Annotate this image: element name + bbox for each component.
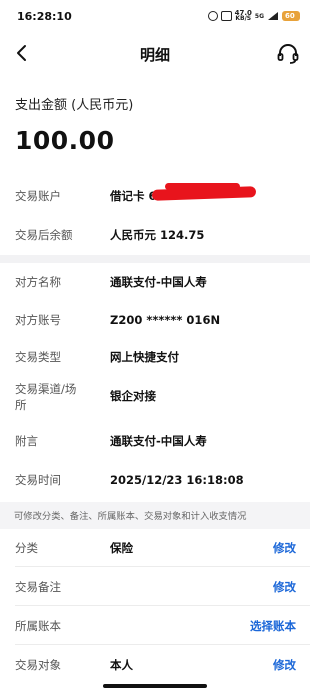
remark-label: 交易备注 — [15, 580, 61, 594]
section-divider — [0, 255, 310, 263]
counterparty-name-label: 对方名称 — [15, 275, 61, 289]
home-indicator[interactable] — [103, 684, 207, 688]
status-icons: 47.0 KB/S 5G 60 — [207, 9, 300, 23]
nav-bar: 明细 — [0, 34, 310, 74]
edit-hint-text: 可修改分类、备注、所属账本、交易对象和计入收支情况 — [14, 511, 247, 522]
notification-icon — [220, 11, 232, 21]
counterparty-object-value: 本人 — [110, 658, 133, 672]
transaction-type-value: 网上快捷支付 — [110, 350, 179, 364]
transaction-time-value: 2025/12/23 16:18:08 — [110, 473, 244, 487]
ledger-label: 所属账本 — [15, 619, 61, 633]
transaction-type-label: 交易类型 — [15, 350, 61, 364]
battery-icon: 60 — [282, 11, 300, 21]
edit-category-button[interactable]: 修改 — [273, 540, 296, 556]
amount-label: 支出金额 (人民币元) — [15, 98, 134, 113]
counterparty-name-value: 通联支付-中国人寿 — [110, 275, 207, 289]
signal-icon — [268, 12, 278, 20]
network-type: 5G — [254, 12, 264, 20]
account-value: 借记卡 6 — [110, 189, 157, 203]
category-value: 保险 — [110, 541, 133, 555]
row-divider — [15, 644, 310, 645]
category-label: 分类 — [15, 541, 38, 555]
headset-icon[interactable] — [276, 42, 300, 66]
balance-value: 人民币元 124.75 — [110, 228, 205, 242]
network-speed-unit: KB/S — [235, 15, 252, 22]
edit-counterparty-object-button[interactable]: 修改 — [273, 657, 296, 673]
edit-remark-button[interactable]: 修改 — [273, 579, 296, 595]
counterparty-account-value: Z200 ****** 016N — [110, 313, 221, 327]
counterparty-object-label: 交易对象 — [15, 658, 61, 672]
nfc-icon — [207, 11, 218, 21]
status-bar: 16:28:10 47.0 KB/S 5G 60 — [0, 0, 310, 34]
amount-value: 100.00 — [15, 126, 115, 155]
redaction-mark — [151, 186, 257, 201]
transaction-channel-value: 银企对接 — [110, 389, 156, 403]
memo-value: 通联支付-中国人寿 — [110, 434, 207, 448]
transaction-time-label: 交易时间 — [15, 473, 61, 487]
transaction-channel-label: 交易渠道/场所 — [15, 382, 77, 412]
account-label: 交易账户 — [15, 189, 61, 203]
select-ledger-button[interactable]: 选择账本 — [250, 618, 296, 634]
balance-label: 交易后余额 — [15, 228, 73, 242]
row-divider — [15, 605, 310, 606]
battery-level: 60 — [285, 12, 295, 20]
memo-label: 附言 — [15, 434, 38, 448]
counterparty-account-label: 对方账号 — [15, 313, 61, 327]
status-time: 16:28:10 — [17, 10, 72, 23]
row-divider — [15, 566, 310, 567]
network-speed: 47.0 KB/S — [235, 10, 252, 22]
page-title: 明细 — [139, 46, 170, 64]
edit-hint: 可修改分类、备注、所属账本、交易对象和计入收支情况 — [0, 502, 310, 529]
